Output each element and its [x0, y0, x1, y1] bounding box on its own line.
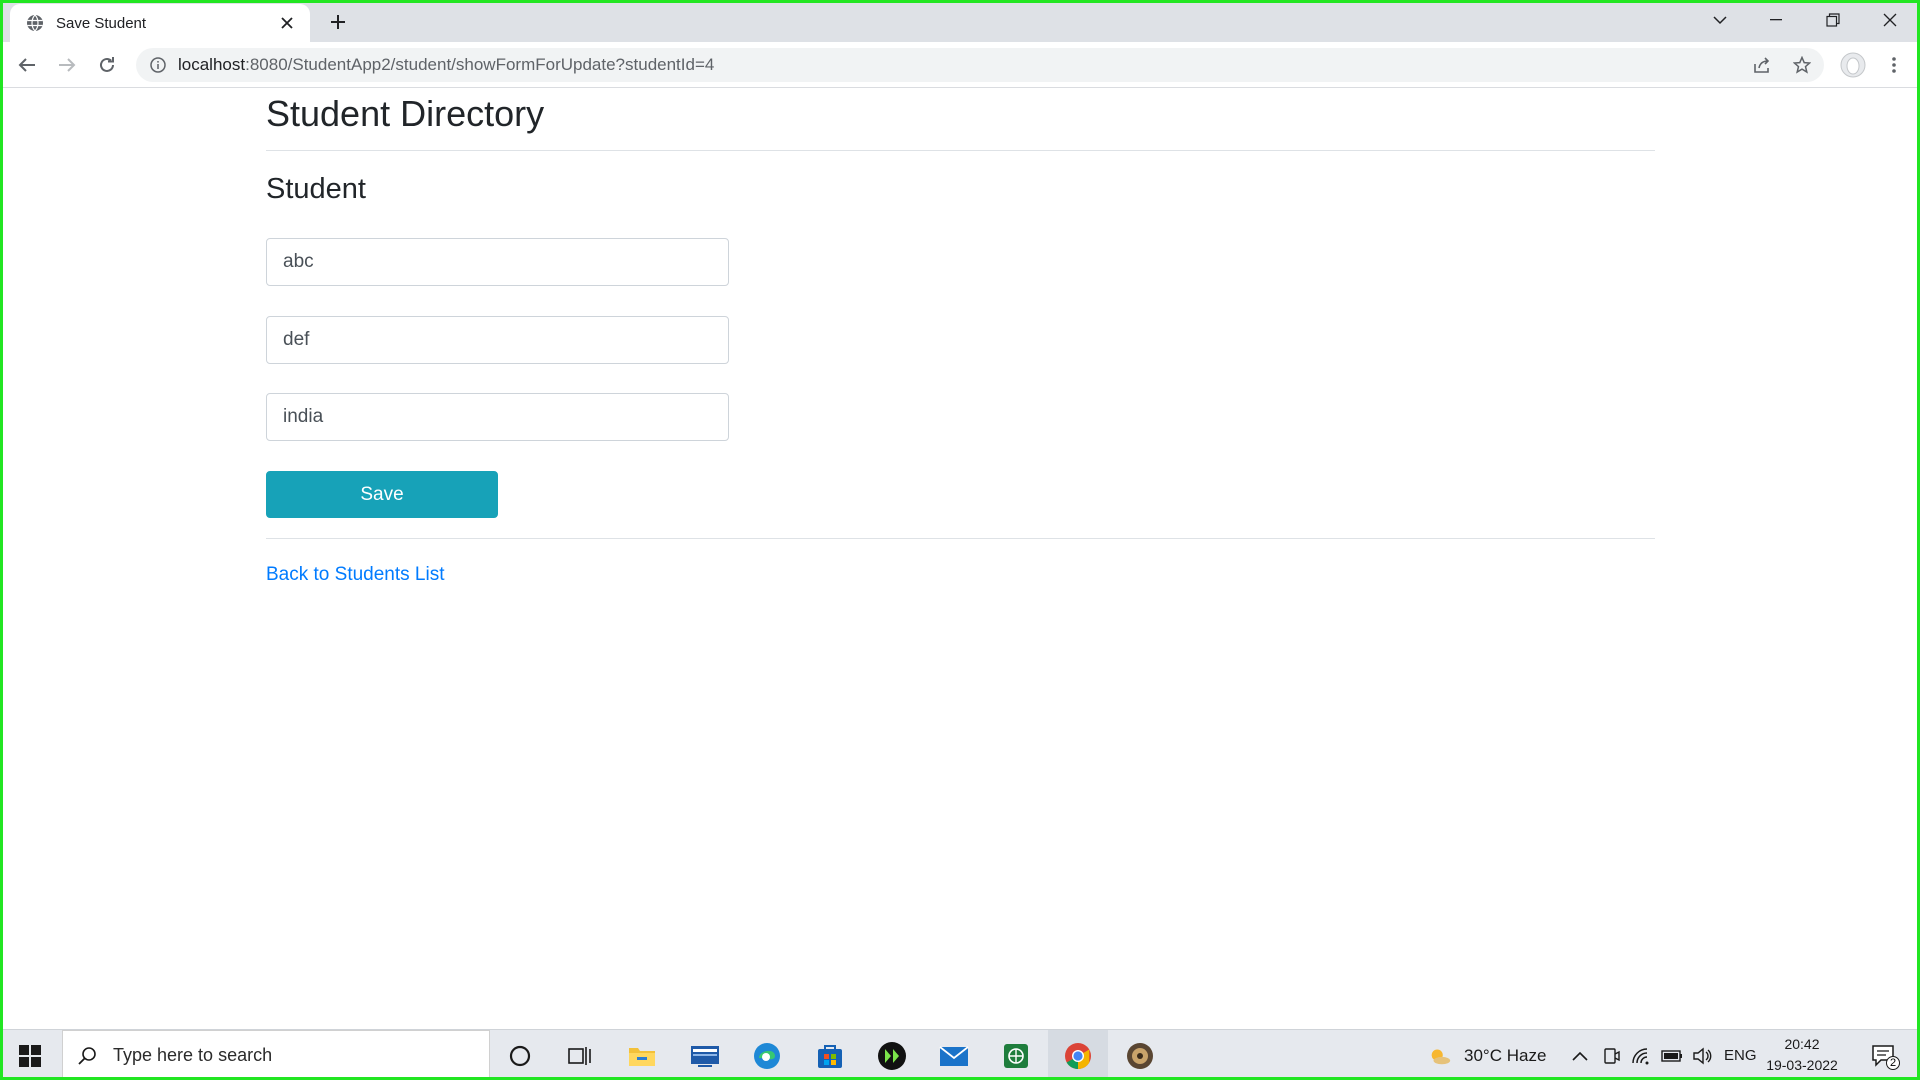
chrome-browser-icon[interactable]: [1048, 1030, 1108, 1080]
file-explorer-icon[interactable]: [612, 1030, 672, 1080]
page-content: Student Directory Student Save Back to S…: [0, 89, 1920, 1029]
close-tab-icon[interactable]: [276, 12, 298, 34]
address-bar[interactable]: localhost:8080/StudentApp2/student/showF…: [136, 48, 1824, 82]
tab-search-icon[interactable]: [1692, 0, 1748, 40]
first-name-field[interactable]: [266, 238, 729, 286]
system-clock[interactable]: 20:42 19-03-2022: [1766, 1034, 1838, 1076]
wifi-icon[interactable]: [1629, 1044, 1653, 1068]
divider: [266, 150, 1655, 151]
url-path: :8080/StudentApp2/student/showFormForUpd…: [245, 55, 715, 74]
language-indicator[interactable]: ENG: [1724, 1030, 1757, 1080]
info-icon[interactable]: [150, 57, 166, 73]
chevron-up-icon[interactable]: [1568, 1044, 1592, 1068]
url-text: localhost:8080/StudentApp2/student/showF…: [178, 55, 714, 75]
search-placeholder: Type here to search: [113, 1045, 273, 1065]
menu-kebab-icon[interactable]: [1878, 49, 1910, 81]
tab-strip: Save Student: [0, 0, 1920, 42]
forward-arrow-icon[interactable]: [51, 49, 83, 81]
cortana-icon[interactable]: [490, 1030, 550, 1080]
microsoft-store-icon[interactable]: [800, 1030, 860, 1080]
country-field[interactable]: [266, 393, 729, 441]
clock-time: 20:42: [1784, 1036, 1820, 1052]
notifications-icon[interactable]: 2: [1868, 1044, 1900, 1070]
save-button[interactable]: Save: [266, 471, 498, 518]
java-app-icon[interactable]: [1110, 1030, 1170, 1080]
search-icon: [77, 1046, 97, 1066]
back-arrow-icon[interactable]: [11, 49, 43, 81]
share-icon[interactable]: [1746, 49, 1778, 81]
section-title: Student: [266, 173, 366, 205]
restore-icon[interactable]: [1805, 0, 1861, 40]
globe-icon: [26, 14, 44, 32]
volume-icon[interactable]: [1690, 1044, 1714, 1068]
profile-avatar-icon[interactable]: [1837, 49, 1869, 81]
divider: [266, 538, 1655, 539]
media-app-icon[interactable]: [862, 1030, 922, 1080]
task-view-icon[interactable]: [550, 1030, 610, 1080]
weather-text[interactable]: 30°C Haze: [1464, 1030, 1546, 1080]
windows-taskbar: Type here to search 30°C Haze ENG 20:42 …: [0, 1029, 1920, 1080]
notification-count: 2: [1886, 1056, 1900, 1070]
windows-start-icon[interactable]: [0, 1030, 60, 1080]
url-host: localhost: [178, 55, 246, 74]
mail-icon[interactable]: [924, 1030, 984, 1080]
minimize-icon[interactable]: [1748, 0, 1804, 40]
close-window-icon[interactable]: [1862, 0, 1918, 40]
browser-tab[interactable]: Save Student: [10, 4, 310, 42]
edge-browser-icon[interactable]: [737, 1030, 797, 1080]
meet-now-icon[interactable]: [1599, 1044, 1623, 1068]
new-tab-button[interactable]: [324, 8, 352, 36]
reload-icon[interactable]: [91, 49, 123, 81]
page-title: Student Directory: [266, 93, 545, 134]
weather-icon[interactable]: [1428, 1044, 1452, 1068]
battery-icon[interactable]: [1660, 1044, 1684, 1068]
back-to-students-list-link[interactable]: Back to Students List: [266, 564, 445, 586]
excel-globe-app-icon[interactable]: [986, 1030, 1046, 1080]
taskbar-search-box[interactable]: Type here to search: [62, 1030, 490, 1080]
last-name-field[interactable]: [266, 316, 729, 364]
dell-app-icon[interactable]: [675, 1030, 735, 1080]
tab-title: Save Student: [56, 14, 147, 32]
clock-date: 19-03-2022: [1766, 1057, 1838, 1073]
bookmark-star-icon[interactable]: [1786, 49, 1818, 81]
browser-toolbar: localhost:8080/StudentApp2/student/showF…: [0, 42, 1920, 88]
